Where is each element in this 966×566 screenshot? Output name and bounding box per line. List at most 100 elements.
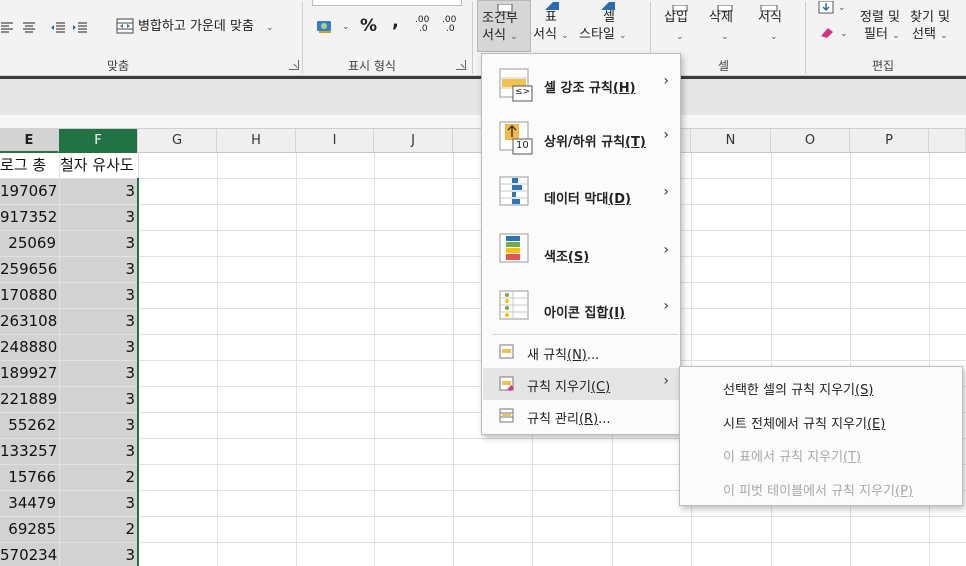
- cell-f[interactable]: 3: [59, 439, 138, 464]
- cell-styles-button[interactable]: 셀 스타일 ⌄: [579, 0, 639, 52]
- format-as-table-button[interactable]: 표 서식 ⌄: [533, 0, 575, 52]
- cell-f[interactable]: 3: [59, 543, 138, 566]
- header-cell-e[interactable]: 로그 총: [0, 153, 60, 178]
- cell-f[interactable]: 2: [59, 465, 138, 490]
- number-launcher-icon[interactable]: [456, 60, 466, 70]
- cell-e[interactable]: 25069: [0, 231, 59, 256]
- cell-e[interactable]: 221889: [0, 387, 59, 412]
- number-format-combo[interactable]: [312, 0, 462, 6]
- menu-item-icon-sets[interactable]: 아이콘 집합(I) ›: [483, 281, 679, 335]
- menu-item-clear-rules[interactable]: 규칙 지우기(C) ›: [483, 368, 679, 400]
- format-as-table-icon: [543, 0, 561, 10]
- column-header-e[interactable]: E: [0, 129, 59, 153]
- cell-e[interactable]: 570234: [0, 543, 59, 566]
- chevron-down-icon: ⌄: [770, 32, 778, 42]
- alignment-launcher-icon[interactable]: [289, 60, 299, 70]
- cell-e[interactable]: 917352: [0, 205, 59, 230]
- comma-style-button[interactable]: ,: [392, 13, 399, 31]
- accounting-format-icon[interactable]: [316, 18, 338, 34]
- chevron-down-icon: ⌄: [892, 31, 900, 41]
- find-select-button[interactable]: 찾기 및 선택 ⌄: [908, 0, 966, 52]
- cell-f[interactable]: 3: [59, 283, 138, 308]
- format-cells-button[interactable]: 서식 ⌄: [750, 0, 790, 52]
- clear-selected-cells-rules[interactable]: 선택한 셀의 규칙 지우기(S): [723, 379, 873, 398]
- cell-f[interactable]: 3: [59, 231, 138, 256]
- icon-sets-icon: [499, 290, 533, 324]
- grid-row-line: [0, 542, 966, 543]
- menu-item-highlight-rules[interactable]: ≤> 셀 강조 규칙(H) ›: [483, 60, 679, 110]
- conditional-format-menu: ≤> 셀 강조 규칙(H) › 10 상위/하위 규칙(T) › 데이터 막대(…: [481, 53, 681, 435]
- merge-center-icon[interactable]: [116, 18, 134, 34]
- column-header-o[interactable]: O: [771, 129, 850, 153]
- menu-item-data-bars[interactable]: 데이터 막대(D) ›: [483, 167, 679, 222]
- cell-e[interactable]: 69285: [0, 517, 59, 542]
- cell-f[interactable]: 3: [59, 491, 138, 516]
- chevron-down-icon: ⌄: [840, 29, 848, 39]
- column-header-n[interactable]: N: [691, 129, 771, 153]
- cell-f[interactable]: 3: [59, 205, 138, 230]
- delete-cells-button[interactable]: 삭제 ⌄: [705, 0, 745, 52]
- clear-rules-submenu: 선택한 셀의 규칙 지우기(S) 시트 전체에서 규칙 지우기(E) 이 표에서…: [679, 366, 963, 506]
- header-cell-f[interactable]: 철자 유사도: [60, 153, 180, 178]
- cell-f[interactable]: 3: [59, 179, 138, 204]
- cell-f[interactable]: 3: [59, 309, 138, 334]
- cell-e[interactable]: 197067: [0, 179, 59, 204]
- group-label-alignment: 맞춤: [107, 59, 130, 73]
- cell-e[interactable]: 133257: [0, 439, 59, 464]
- cell-e[interactable]: 189927: [0, 361, 59, 386]
- menu-item-new-rule[interactable]: 새 규칙(N)...: [483, 338, 679, 366]
- cell-f[interactable]: 3: [59, 387, 138, 412]
- cell-e[interactable]: 259656: [0, 257, 59, 282]
- ribbon-separator: [472, 2, 473, 74]
- merge-center-button[interactable]: 병합하고 가운데 맞춤 ⌄: [138, 19, 274, 36]
- clear-eraser-icon[interactable]: [818, 24, 836, 38]
- chevron-right-icon: ›: [663, 298, 669, 314]
- cell-e[interactable]: 34479: [0, 491, 59, 516]
- column-header-p[interactable]: P: [850, 129, 929, 153]
- cell-e[interactable]: 170880: [0, 283, 59, 308]
- chevron-down-icon: ⌄: [510, 32, 518, 42]
- format-cells-icon: [760, 0, 780, 12]
- menu-item-manage-rules[interactable]: 규칙 관리(R)...: [483, 402, 679, 430]
- clear-entire-sheet-rules[interactable]: 시트 전체에서 규칙 지우기(E): [723, 413, 885, 432]
- cell-e[interactable]: 263108: [0, 309, 59, 334]
- manage-rules-icon: [499, 408, 515, 424]
- cell-f[interactable]: 3: [59, 413, 138, 438]
- decrease-indent-icon[interactable]: [50, 20, 66, 34]
- column-header-g[interactable]: G: [138, 129, 217, 153]
- cell-f[interactable]: 2: [59, 517, 138, 542]
- cell-styles-icon: [599, 0, 617, 10]
- clear-table-rules: 이 표에서 규칙 지우기(T): [723, 450, 862, 465]
- cell-e[interactable]: 248880: [0, 335, 59, 360]
- column-header-f[interactable]: F: [59, 129, 138, 153]
- insert-cells-button[interactable]: 삽입 ⌄: [660, 0, 700, 52]
- menu-item-color-scales[interactable]: 색조(S) ›: [483, 224, 679, 279]
- cell-f[interactable]: 3: [59, 335, 138, 360]
- cell-f[interactable]: 3: [59, 361, 138, 386]
- align-left-icon[interactable]: [0, 20, 14, 34]
- cell-e[interactable]: 55262: [0, 413, 59, 438]
- insert-cells-icon: [672, 0, 688, 12]
- group-label-editing: 편집: [872, 59, 895, 73]
- increase-indent-icon[interactable]: [72, 20, 88, 34]
- chevron-right-icon: ›: [663, 73, 669, 89]
- decrease-decimal-button[interactable]: .00 .0: [442, 16, 456, 34]
- menu-item-top-bottom[interactable]: 10 상위/하위 규칙(T) ›: [483, 112, 679, 164]
- column-header-i[interactable]: I: [296, 129, 374, 153]
- selection-border: [137, 178, 139, 566]
- conditional-format-button[interactable]: 조건부 서식 ⌄: [477, 0, 531, 52]
- column-header-q[interactable]: [929, 129, 966, 153]
- align-center-icon[interactable]: [22, 20, 36, 34]
- chevron-down-icon: ⌄: [342, 22, 350, 32]
- chevron-right-icon: ›: [663, 184, 669, 200]
- cell-f[interactable]: 3: [59, 257, 138, 282]
- percent-style-button[interactable]: %: [360, 18, 377, 35]
- fill-icon[interactable]: [818, 0, 836, 14]
- chevron-right-icon: ›: [663, 242, 669, 258]
- column-header-j[interactable]: J: [374, 129, 453, 153]
- ribbon-separator: [805, 2, 806, 74]
- sort-filter-button[interactable]: 정렬 및 필터 ⌄: [858, 0, 906, 52]
- cell-e[interactable]: 15766: [0, 465, 59, 490]
- column-header-h[interactable]: H: [217, 129, 296, 153]
- increase-decimal-button[interactable]: .00 .0: [415, 16, 429, 34]
